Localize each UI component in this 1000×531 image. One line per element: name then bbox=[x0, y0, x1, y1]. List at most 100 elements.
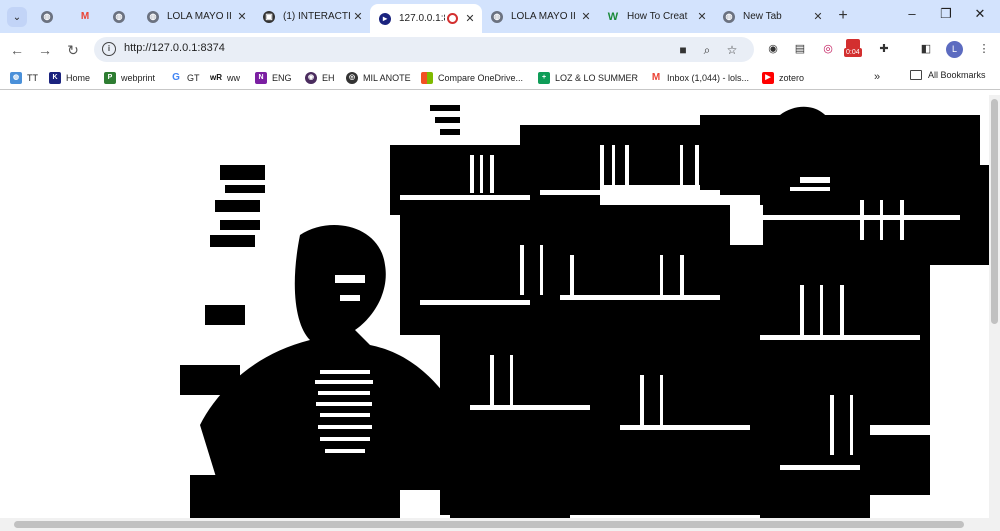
bookmark-ww[interactable]: wR ww bbox=[210, 70, 240, 86]
profile-avatar[interactable]: L bbox=[946, 41, 963, 58]
reload-button[interactable]: ↻ bbox=[63, 40, 83, 60]
menu-kebab-icon[interactable]: ⋮ bbox=[976, 41, 992, 57]
bookmark-label: LOZ & LO SUMMER bbox=[555, 73, 639, 83]
navigation-toolbar: ← → ↻ i http://127.0.0.1:8374 ■ ⌕ ☆ ◉ ▤ … bbox=[0, 33, 1000, 66]
wr-icon: wR bbox=[210, 72, 222, 84]
tab-title: 127.0.0.1:8 bbox=[399, 13, 445, 24]
folder-icon bbox=[910, 70, 922, 80]
eh-icon: ◉ bbox=[305, 72, 317, 84]
tab-title: LOLA MAYO II bbox=[167, 11, 232, 22]
url-text[interactable]: http://127.0.0.1:8374 bbox=[124, 42, 225, 54]
extension-broadcast-icon[interactable]: ◎ bbox=[820, 41, 836, 57]
bookmark-label: Compare OneDrive... bbox=[438, 73, 524, 83]
tab-how-to-create[interactable]: W How To Creat ✕ bbox=[598, 4, 714, 29]
youtube-icon: ▶ bbox=[762, 72, 774, 84]
tab-search-button[interactable]: ⌄ bbox=[7, 7, 27, 27]
all-bookmarks-button[interactable]: All Bookmarks bbox=[910, 70, 986, 80]
minimize-button[interactable]: – bbox=[902, 6, 922, 21]
extension-doc-icon[interactable]: ▤ bbox=[792, 41, 808, 57]
new-tab-button[interactable]: + bbox=[833, 7, 853, 27]
tab-strip: ⌄ ◍ M ◍ ◍ LOLA MAYO II ✕ ▣ (1) INTERACTI… bbox=[0, 0, 1000, 33]
bookmark-label: GT bbox=[187, 73, 200, 83]
threshold-collage-image bbox=[0, 95, 989, 518]
tab-new-tab[interactable]: ◍ New Tab ✕ bbox=[714, 4, 830, 29]
site-info-icon[interactable]: i bbox=[102, 42, 116, 56]
bookmark-label: MIL ANOTE bbox=[363, 73, 411, 83]
globe-icon: ◍ bbox=[113, 10, 125, 23]
scrollbar-thumb[interactable] bbox=[991, 99, 998, 324]
scrollbar-thumb[interactable] bbox=[14, 521, 964, 528]
tab-interactive[interactable]: ▣ (1) INTERACTI ✕ bbox=[254, 4, 370, 29]
tab-localhost-active[interactable]: ▸ 127.0.0.1:8 ✕ bbox=[370, 4, 482, 33]
bookmark-mil-anote[interactable]: ◎ MIL ANOTE bbox=[346, 70, 411, 86]
bookmark-eh[interactable]: ◉ EH bbox=[305, 70, 335, 86]
recording-icon bbox=[447, 13, 458, 24]
back-button[interactable]: ← bbox=[7, 40, 27, 60]
tab-title: (1) INTERACTI bbox=[283, 11, 350, 22]
bookmark-webprint[interactable]: Pwebprint bbox=[104, 70, 155, 86]
page-canvas[interactable] bbox=[0, 95, 989, 518]
bookmark-star-icon[interactable]: ☆ bbox=[724, 42, 740, 58]
home-icon: K bbox=[49, 72, 61, 84]
tab-3[interactable]: ◍ bbox=[104, 4, 138, 29]
restore-button[interactable]: ❐ bbox=[936, 6, 956, 22]
tt-icon: ◍ bbox=[10, 72, 22, 84]
vertical-scrollbar[interactable] bbox=[989, 95, 1000, 518]
tab-close-icon[interactable]: ✕ bbox=[350, 10, 366, 23]
bookmark-label: ENG bbox=[272, 73, 292, 83]
bookmark-label: TT bbox=[27, 73, 38, 83]
chrome-icon: ◍ bbox=[723, 10, 735, 23]
tab-1[interactable]: ◍ bbox=[32, 4, 62, 29]
close-window-button[interactable]: ✕ bbox=[970, 6, 990, 22]
bookmarks-bar: ◍ TT K Home Pwebprint G GT wR ww N ENG ◉ EH ◎ M… bbox=[0, 66, 1000, 90]
bookmark-label: webprint bbox=[121, 73, 156, 83]
bookmark-label: Home bbox=[66, 73, 91, 83]
tab-close-icon[interactable]: ✕ bbox=[578, 10, 594, 23]
bookmark-home[interactable]: K Home bbox=[49, 70, 90, 86]
onenote-icon: N bbox=[255, 72, 267, 84]
bookmark-tt[interactable]: ◍ TT bbox=[10, 70, 38, 86]
all-bookmarks-label: All Bookmarks bbox=[928, 70, 986, 80]
tab-close-icon[interactable]: ✕ bbox=[234, 10, 250, 23]
bookmark-label: zotero bbox=[779, 73, 805, 83]
globe-icon: ◍ bbox=[491, 10, 503, 23]
timer-badge: 0:04 bbox=[844, 48, 862, 57]
zoom-icon[interactable]: ⌕ bbox=[699, 42, 715, 58]
tab-title: LOLA MAYO II bbox=[511, 11, 576, 22]
bookmark-eng[interactable]: N ENG bbox=[255, 70, 292, 86]
gmail-icon: M bbox=[650, 72, 662, 84]
globe-icon: ◍ bbox=[147, 10, 159, 23]
tab-2[interactable]: M bbox=[70, 4, 100, 29]
microsoft-icon bbox=[421, 72, 433, 84]
tab-lola-mayo-2[interactable]: ◍ LOLA MAYO II ✕ bbox=[482, 4, 598, 29]
wikihow-icon: W bbox=[607, 10, 619, 23]
tab-title: How To Creat bbox=[627, 11, 688, 22]
more-bookmarks-chevron-icon[interactable]: » bbox=[874, 71, 880, 83]
bookmark-compare-onedrive[interactable]: Compare OneDrive... bbox=[421, 70, 523, 86]
bookmark-loz-lo-summer[interactable]: + LOZ & LO SUMMER bbox=[538, 70, 638, 86]
tab-lola-mayo-1[interactable]: ◍ LOLA MAYO II ✕ bbox=[138, 4, 254, 29]
extensions-puzzle-icon[interactable]: ✚ bbox=[876, 41, 892, 57]
bookmark-gt[interactable]: G GT bbox=[170, 70, 200, 86]
address-bar[interactable]: i http://127.0.0.1:8374 ■ ⌕ ☆ bbox=[94, 37, 754, 62]
p5-icon: ▸ bbox=[379, 12, 391, 25]
tab-close-icon[interactable]: ✕ bbox=[462, 12, 478, 25]
forward-button[interactable]: → bbox=[35, 40, 55, 60]
bookmark-label: Inbox (1,044) - lols... bbox=[667, 73, 750, 83]
mil-icon: ◎ bbox=[346, 72, 358, 84]
shield-icon: ▣ bbox=[263, 10, 275, 23]
extension-timer-icon[interactable]: 0:04 bbox=[844, 39, 866, 57]
tab-close-icon[interactable]: ✕ bbox=[694, 10, 710, 23]
bookmark-label: ww bbox=[227, 73, 240, 83]
gmail-icon: M bbox=[80, 11, 90, 22]
camera-icon[interactable]: ■ bbox=[675, 42, 691, 58]
bookmark-inbox[interactable]: M Inbox (1,044) - lols... bbox=[650, 70, 749, 86]
globe-icon: ◍ bbox=[41, 10, 53, 23]
extension-shield-icon[interactable]: ◉ bbox=[765, 41, 781, 57]
horizontal-scrollbar[interactable] bbox=[0, 518, 1000, 531]
tab-title: New Tab bbox=[743, 11, 782, 22]
bookmark-label: EH bbox=[322, 73, 335, 83]
side-panel-icon[interactable]: ◧ bbox=[918, 41, 934, 57]
bookmark-zotero[interactable]: ▶ zotero bbox=[762, 70, 804, 86]
tab-close-icon[interactable]: ✕ bbox=[810, 10, 826, 23]
